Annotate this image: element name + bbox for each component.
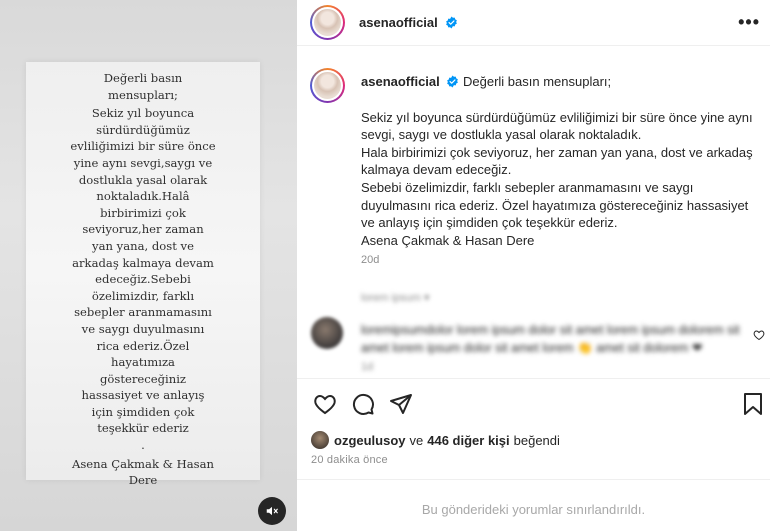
comment-like-icon[interactable] bbox=[753, 328, 765, 346]
heart-icon[interactable] bbox=[313, 392, 337, 421]
statement-line: rica ederiz.Özel bbox=[96, 338, 190, 353]
divider bbox=[297, 479, 770, 480]
post-header: asenaofficial ••• bbox=[297, 0, 770, 46]
statement-text: Değerli basın mensupları; Sekiz yıl boyunc… bbox=[26, 70, 260, 489]
comments-limited-notice: Bu gönderideki yorumlar sınırlandırıldı. bbox=[421, 502, 646, 517]
divider bbox=[297, 378, 770, 379]
post-caption: asenaofficial Değerli basın mensupları; … bbox=[361, 73, 761, 249]
comment-time: 1d bbox=[361, 361, 374, 373]
statement-line: . bbox=[141, 438, 145, 453]
header-username[interactable]: asenaofficial bbox=[359, 15, 438, 30]
statement-line: teşekkür ederiz bbox=[97, 421, 189, 436]
statement-line: Dere bbox=[128, 473, 158, 488]
commenter-avatar[interactable] bbox=[311, 317, 343, 349]
caption-greeting: Değerli basın mensupları; bbox=[463, 74, 612, 89]
statement-line: Asena Çakmak & Hasan bbox=[71, 456, 215, 471]
caption-paragraph: Hala birbirimizi çok seviyoruz, her zama… bbox=[361, 144, 753, 178]
likes-suffix: beğendi bbox=[513, 432, 560, 448]
statement-line: seviyoruz,her zaman bbox=[82, 222, 204, 237]
verified-badge-icon bbox=[446, 75, 459, 93]
caption-username[interactable]: asenaofficial bbox=[361, 74, 440, 89]
paper-plane-icon[interactable] bbox=[389, 392, 413, 421]
statement-image: Değerli basın mensupları; Sekiz yıl boyunc… bbox=[26, 62, 260, 487]
caption-avatar[interactable] bbox=[310, 68, 345, 103]
liker-username[interactable]: ozgeulusoy bbox=[334, 433, 406, 448]
blurred-comment: loremipsumdolor lorem ipsum dolor sit am… bbox=[361, 323, 740, 355]
speaker-muted-icon[interactable] bbox=[258, 497, 286, 525]
statement-line: hassasiyet ve anlayış bbox=[81, 388, 205, 403]
statement-line: edeceğiz.Sebebi bbox=[95, 272, 191, 287]
bookmark-icon[interactable] bbox=[742, 392, 764, 421]
statement-line: mensupları; bbox=[108, 87, 178, 102]
more-options-icon[interactable]: ••• bbox=[738, 12, 760, 33]
statement-line: Değerli basın bbox=[103, 71, 183, 85]
statement-line: arkadaş kalmaya devam bbox=[72, 255, 214, 270]
likes-connector: ve bbox=[409, 432, 424, 448]
statement-line: yan yana, dost ve bbox=[92, 238, 194, 253]
caption-age[interactable]: 20d bbox=[361, 254, 379, 266]
statement-line: evliliğimizi bir süre önce bbox=[70, 139, 216, 154]
statement-line: göstereceğiniz bbox=[99, 371, 187, 386]
caption-paragraph: Sebebi özelimizdir, farklı sebepler aran… bbox=[361, 179, 749, 231]
verified-badge-icon bbox=[445, 16, 458, 34]
statement-line: sürdürdüğümüz bbox=[96, 122, 190, 137]
post-time[interactable]: 20 dakika önce bbox=[311, 454, 388, 466]
comment-icon[interactable] bbox=[351, 392, 375, 421]
statement-line: Sekiz yıl boyunca bbox=[91, 106, 195, 121]
likes-others[interactable]: 446 diğer kişi bbox=[427, 433, 509, 448]
avatar[interactable] bbox=[310, 5, 345, 40]
blurred-text: lorem ipsum ▾ bbox=[361, 292, 430, 304]
post-panel: asenaofficial ••• asenaofficial Değerli … bbox=[297, 0, 770, 531]
statement-line: ve saygı duyulmasını bbox=[81, 321, 205, 336]
statement-line: özelimizdir, farklı bbox=[91, 288, 195, 303]
statement-line: dostlukla yasal olarak bbox=[78, 172, 208, 187]
statement-line: için şimdiden çok bbox=[91, 404, 195, 419]
post-media[interactable]: Değerli basın mensupları; Sekiz yıl boyunc… bbox=[0, 0, 297, 531]
statement-line: yine aynı sevgi,saygı ve bbox=[73, 155, 213, 170]
caption-paragraph: Sekiz yıl boyunca sürdürdüğümüz evliliği… bbox=[361, 109, 753, 143]
statement-line: noktaladık.Halâ bbox=[96, 189, 190, 204]
likes-summary: ozgeulusoy ve 446 diğer kişi beğendi bbox=[311, 431, 560, 449]
statement-line: birbirimizi çok bbox=[100, 205, 186, 220]
caption-signature: Asena Çakmak & Hasan Dere bbox=[361, 232, 535, 248]
liker-avatar[interactable] bbox=[311, 431, 329, 449]
action-bar bbox=[297, 386, 770, 422]
statement-line: hayatımıza bbox=[111, 355, 175, 370]
statement-line: sebepler aranmamasını bbox=[74, 305, 212, 320]
